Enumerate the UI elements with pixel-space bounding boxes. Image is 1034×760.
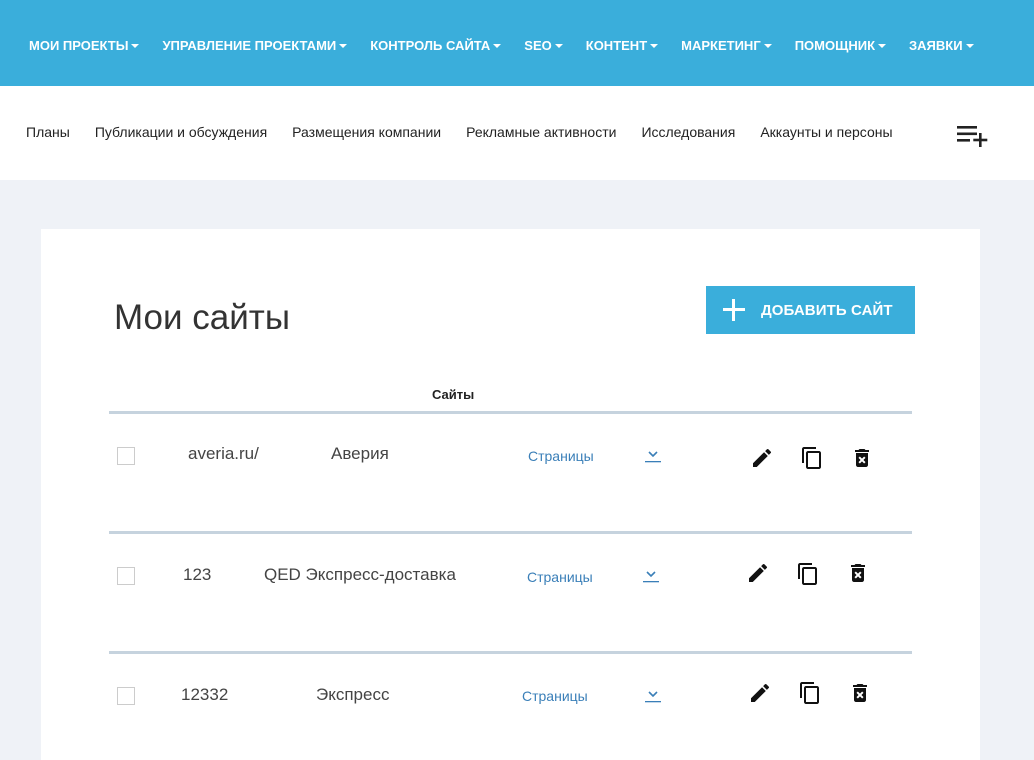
delete-icon[interactable] — [848, 681, 872, 705]
page-title: Мои сайты — [114, 298, 290, 337]
site-domain: 123 — [183, 565, 212, 584]
pages-link[interactable]: Страницы — [528, 448, 594, 464]
playlist-add-icon[interactable] — [957, 124, 989, 148]
nav-label: SEO — [524, 38, 552, 53]
caret-down-icon — [878, 43, 887, 48]
site-name: Аверия — [331, 444, 389, 463]
row-checkbox[interactable] — [117, 687, 135, 705]
subnav-publications[interactable]: Публикации и обсуждения — [95, 124, 267, 140]
sub-nav-menu: Планы Публикации и обсуждения Размещения… — [26, 124, 893, 140]
caret-down-icon — [554, 43, 563, 48]
copy-icon[interactable] — [800, 446, 824, 470]
nav-label: КОНТЕНТ — [585, 38, 648, 53]
edit-icon[interactable] — [746, 561, 770, 585]
add-site-button[interactable]: ДОБАВИТЬ САЙТ — [706, 286, 915, 334]
sub-navbar: Планы Публикации и обсуждения Размещения… — [0, 86, 1034, 180]
subnav-research[interactable]: Исследования — [641, 124, 735, 140]
chevron-down-icon[interactable] — [645, 447, 661, 463]
subnav-plans[interactable]: Планы — [26, 124, 70, 140]
nav-label: ЗАЯВКИ — [909, 38, 963, 53]
nav-label: ПОМОЩНИК — [794, 38, 876, 53]
nav-assistant[interactable]: ПОМОЩНИК — [794, 38, 887, 53]
top-navbar: МОИ ПРОЕКТЫ УПРАВЛЕНИЕ ПРОЕКТАМИ КОНТРОЛ… — [0, 0, 1034, 86]
row-divider — [109, 531, 912, 534]
site-domain: 12332 — [181, 685, 229, 704]
nav-content[interactable]: КОНТЕНТ — [585, 38, 659, 53]
nav-label: МАРКЕТИНГ — [681, 38, 761, 53]
sites-column-header: Сайты — [432, 387, 475, 402]
nav-label: МОИ ПРОЕКТЫ — [29, 38, 129, 53]
plus-icon — [723, 299, 745, 321]
copy-icon[interactable] — [798, 681, 822, 705]
caret-down-icon — [965, 43, 974, 48]
chevron-down-icon[interactable] — [643, 567, 659, 583]
pages-link[interactable]: Страницы — [522, 688, 588, 704]
nav-my-projects[interactable]: МОИ ПРОЕКТЫ — [29, 38, 140, 53]
chevron-down-icon[interactable] — [645, 687, 661, 703]
nav-label: УПРАВЛЕНИЕ ПРОЕКТАМИ — [162, 38, 337, 53]
add-site-label: ДОБАВИТЬ САЙТ — [761, 301, 893, 319]
caret-down-icon — [763, 43, 772, 48]
edit-icon[interactable] — [748, 681, 772, 705]
caret-down-icon — [339, 43, 348, 48]
subnav-company-placements[interactable]: Размещения компании — [292, 124, 441, 140]
nav-seo[interactable]: SEO — [524, 38, 563, 53]
caret-down-icon — [650, 43, 659, 48]
nav-project-management[interactable]: УПРАВЛЕНИЕ ПРОЕКТАМИ — [162, 38, 348, 53]
nav-requests[interactable]: ЗАЯВКИ — [909, 38, 974, 53]
copy-icon[interactable] — [796, 562, 820, 586]
row-checkbox[interactable] — [117, 567, 135, 585]
delete-icon[interactable] — [850, 446, 874, 470]
pages-link[interactable]: Страницы — [527, 569, 593, 585]
header-divider — [109, 411, 912, 414]
edit-icon[interactable] — [750, 446, 774, 470]
nav-marketing[interactable]: МАРКЕТИНГ — [681, 38, 772, 53]
subnav-accounts[interactable]: Аккаунты и персоны — [760, 124, 892, 140]
top-nav-menu: МОИ ПРОЕКТЫ УПРАВЛЕНИЕ ПРОЕКТАМИ КОНТРОЛ… — [29, 38, 974, 53]
row-divider — [109, 651, 912, 654]
caret-down-icon — [131, 43, 140, 48]
site-name: Экспресс — [316, 685, 390, 704]
nav-label: КОНТРОЛЬ САЙТА — [370, 38, 491, 53]
nav-site-control[interactable]: КОНТРОЛЬ САЙТА — [370, 38, 502, 53]
site-domain: averia.ru/ — [188, 444, 259, 463]
delete-icon[interactable] — [846, 561, 870, 585]
row-checkbox[interactable] — [117, 447, 135, 465]
subnav-ad-activities[interactable]: Рекламные активности — [466, 124, 616, 140]
caret-down-icon — [493, 43, 502, 48]
site-name: QED Экспресс-доставка — [264, 565, 456, 584]
